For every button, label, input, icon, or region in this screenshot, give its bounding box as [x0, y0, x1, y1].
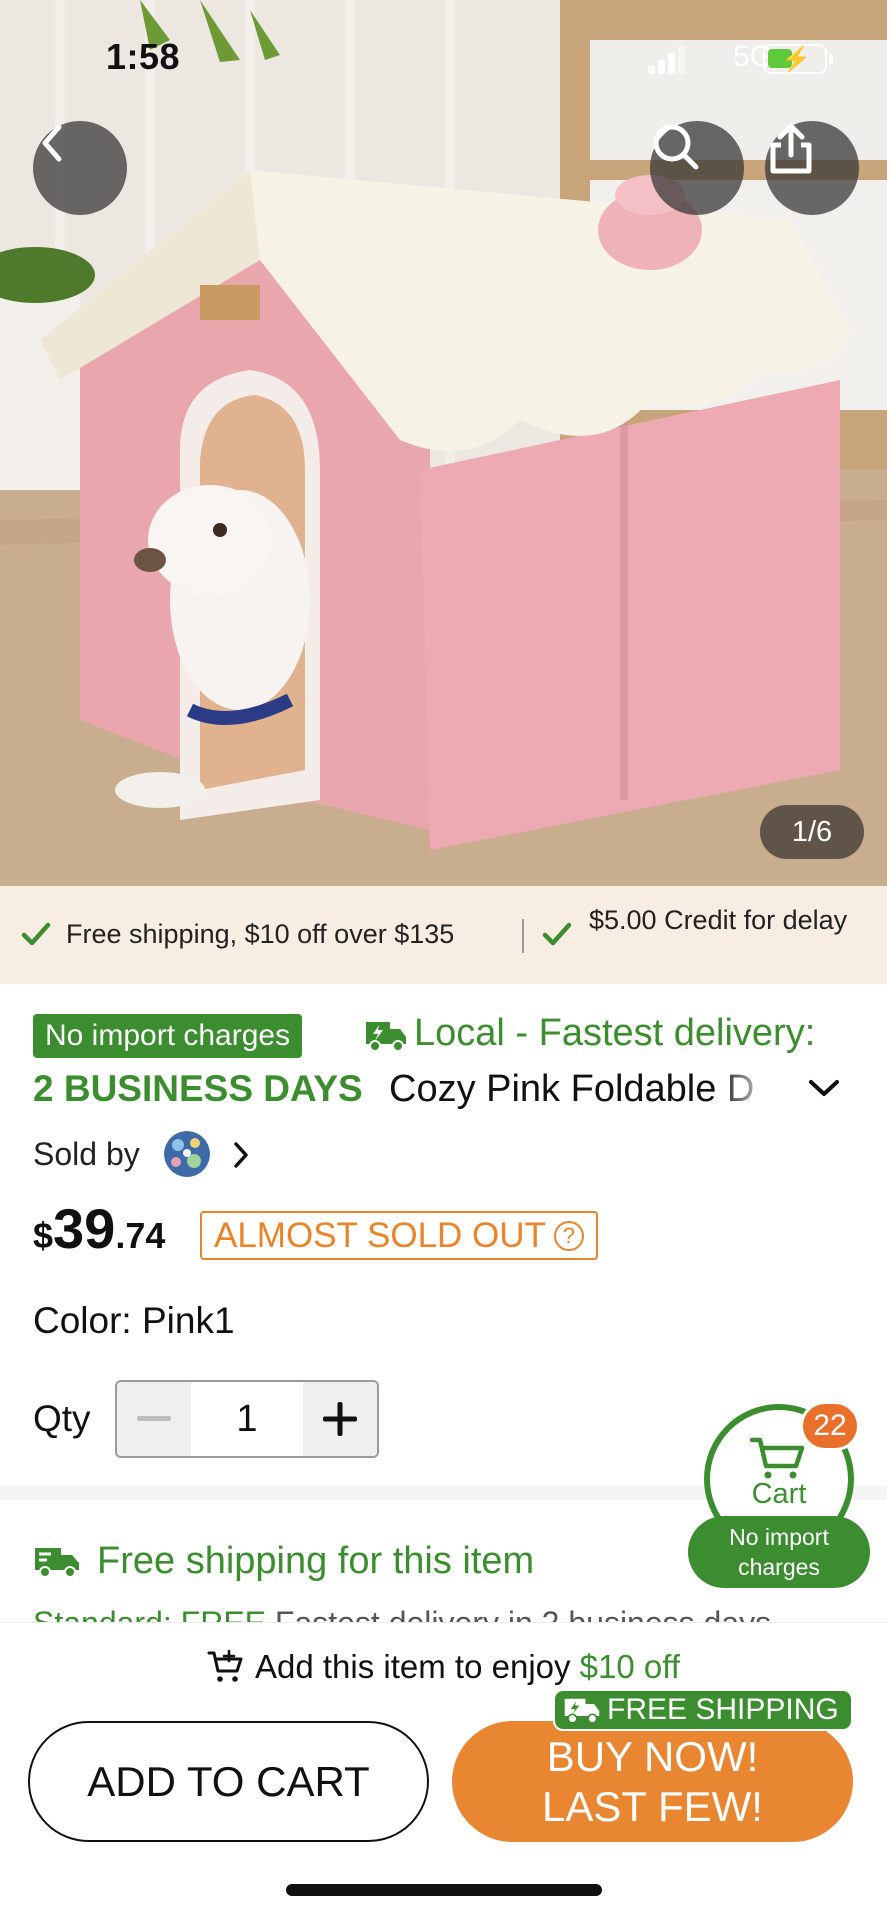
cart-badge-line2: charges: [738, 1554, 820, 1580]
buy-now-line1: BUY NOW!: [546, 1732, 759, 1780]
no-import-charges-badge: No import charges: [33, 1014, 303, 1058]
back-button[interactable]: [33, 121, 127, 215]
promo-shipping-text: Free shipping, $10 off over $135: [66, 919, 455, 949]
price-whole: 39: [53, 1197, 116, 1260]
minus-icon: [137, 1416, 171, 1421]
cart-count-badge: 22: [800, 1401, 860, 1451]
free-shipping-headline: Free shipping for this item: [97, 1540, 535, 1582]
quantity-stepper: 1: [115, 1380, 379, 1458]
cart-no-import-badge: No import charges: [688, 1516, 870, 1588]
promo-credit-text: $5.00 Credit for delay: [589, 905, 848, 935]
cart-plus-icon: [207, 1649, 243, 1682]
almost-sold-out-badge[interactable]: ALMOST SOLD OUT ?: [200, 1211, 598, 1260]
scarcity-label: ALMOST SOLD OUT: [214, 1215, 546, 1255]
chevron-right-icon[interactable]: [230, 1139, 252, 1171]
image-counter: 1/6: [760, 805, 864, 859]
promo-divider: [522, 919, 524, 953]
cart-label: Cart: [751, 1478, 807, 1510]
back-arrow-icon: [42, 124, 62, 162]
truck-icon: [564, 1698, 600, 1724]
qty-label: Qty: [33, 1398, 91, 1439]
delivery-text: Local - Fastest delivery:: [414, 1012, 816, 1054]
signal-icon: [648, 44, 690, 74]
plus-icon: [323, 1402, 357, 1436]
search-button[interactable]: [650, 121, 744, 215]
share-icon: [770, 123, 812, 174]
product-photo: [0, 0, 887, 886]
price-fraction: .74: [115, 1215, 166, 1256]
chevron-down-icon[interactable]: [806, 1076, 842, 1100]
truck-icon: [35, 1548, 79, 1578]
status-bar: 1:58 5G ⚡: [0, 0, 887, 110]
product-price: $39.74: [33, 1196, 165, 1261]
cart-badge-line1: No import: [729, 1524, 829, 1550]
enjoy-value: $10 off: [579, 1648, 680, 1685]
question-icon: ?: [553, 1220, 584, 1251]
promo-strip: Free shipping, $10 off over $135 $5.00 C…: [0, 886, 887, 984]
delivery-days: 2 BUSINESS DAYS: [33, 1068, 363, 1109]
price-currency: $: [33, 1215, 54, 1256]
buy-now-button[interactable]: BUY NOW! LAST FEW!: [452, 1721, 853, 1842]
free-shipping-tag-label: FREE SHIPPING: [607, 1693, 839, 1726]
seller-avatar[interactable]: [164, 1131, 210, 1177]
search-icon: [653, 124, 699, 170]
enjoy-text: Add this item to enjoy: [255, 1648, 571, 1685]
increase-qty-button[interactable]: [303, 1382, 377, 1456]
color-label: Color: Pink1: [33, 1300, 235, 1341]
cart-icon: [749, 1437, 805, 1479]
battery-icon: ⚡: [763, 44, 833, 74]
product-image-gallery[interactable]: 1:58 5G ⚡ 1/6: [0, 0, 887, 886]
free-shipping-tag: FREE SHIPPING: [553, 1689, 853, 1731]
share-button[interactable]: [765, 121, 859, 215]
add-to-enjoy-banner: Add this item to enjoy $10 off: [0, 1648, 887, 1686]
status-time: 1:58: [106, 36, 181, 77]
decrease-qty-button[interactable]: [117, 1382, 191, 1456]
truck-icon: [366, 1022, 406, 1052]
product-title: Cozy Pink Foldable D: [389, 1068, 755, 1110]
sold-by-label: Sold by: [33, 1136, 140, 1172]
check-icon: [542, 922, 572, 946]
add-to-cart-button[interactable]: ADD TO CART: [28, 1721, 429, 1842]
home-indicator: [286, 1884, 602, 1896]
qty-value[interactable]: 1: [191, 1382, 303, 1456]
buy-now-line2: LAST FEW!: [542, 1782, 763, 1830]
check-icon: [21, 922, 51, 946]
